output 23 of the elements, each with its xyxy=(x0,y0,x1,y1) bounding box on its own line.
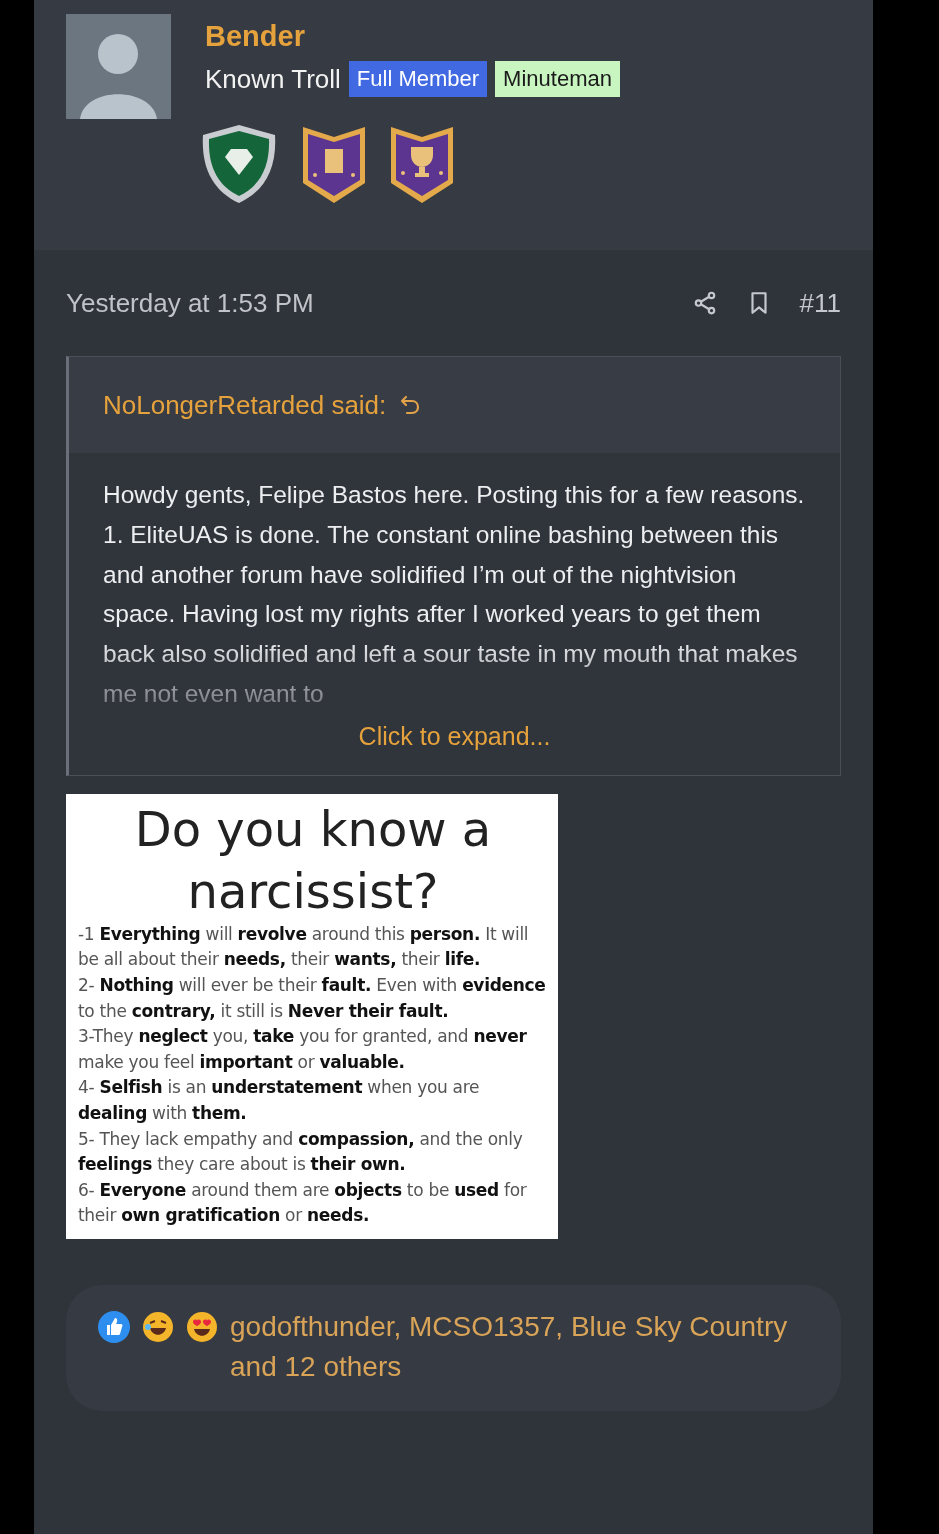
image-text: 6- Everyone around them are objects to be used for their own gratification or needs. xyxy=(78,1178,528,1228)
user-title: Known Troll xyxy=(205,63,341,95)
user-name[interactable]: Bender xyxy=(205,20,620,53)
thumbs-up-icon[interactable] xyxy=(98,1310,130,1343)
post-date[interactable]: Yesterday at 1:53 PM xyxy=(66,287,314,319)
expand-link[interactable]: Click to expand... xyxy=(358,721,551,750)
quote-text: 1. EliteUAS is done. The constant online bashing between this and another forum have solidified I’m out of the nightvision space. Having lost my rights after I worked years to get them back also solidified and left a sour taste in my mouth that makes me not even want to xyxy=(103,519,799,709)
image-text: 4- Selfish is an understatement when you are dealing with them. xyxy=(78,1076,481,1125)
reaction-names-link[interactable]: godofthunder, MCSO1357, Blue Sky Country and 12 others xyxy=(230,1306,809,1387)
quote-text: Howdy gents, Felipe Bastos here. Posting this for a few reasons. xyxy=(103,480,806,510)
image-title: Do you know a narcissist? xyxy=(133,799,493,921)
image-text: 3-They neglect you, take you for granted, and never make you feel important or valuable. xyxy=(78,1025,528,1074)
quote-author-link[interactable]: NoLongerRetarded said: xyxy=(103,389,387,421)
avatar-icon[interactable] xyxy=(66,14,171,119)
post-number[interactable]: #11 xyxy=(799,287,841,319)
image-text: -1 Everything will revolve around this person. It will be all about their needs, their wants, their life. xyxy=(78,922,530,972)
image-text: 2- Nothing will ever be their fault. Even with evidence to the contrary, it still is Never their fault. xyxy=(78,973,547,1023)
attached-image[interactable] xyxy=(66,793,558,1239)
heart-eyes-emoji-icon[interactable] xyxy=(186,1310,218,1343)
image-text: 5- They lack empathy and compassion, and the only feelings they care about is their own. xyxy=(78,1127,524,1177)
user-banner: Full Member xyxy=(348,61,488,97)
laughing-emoji-icon[interactable] xyxy=(142,1310,174,1343)
user-banner: Minuteman xyxy=(495,61,620,97)
